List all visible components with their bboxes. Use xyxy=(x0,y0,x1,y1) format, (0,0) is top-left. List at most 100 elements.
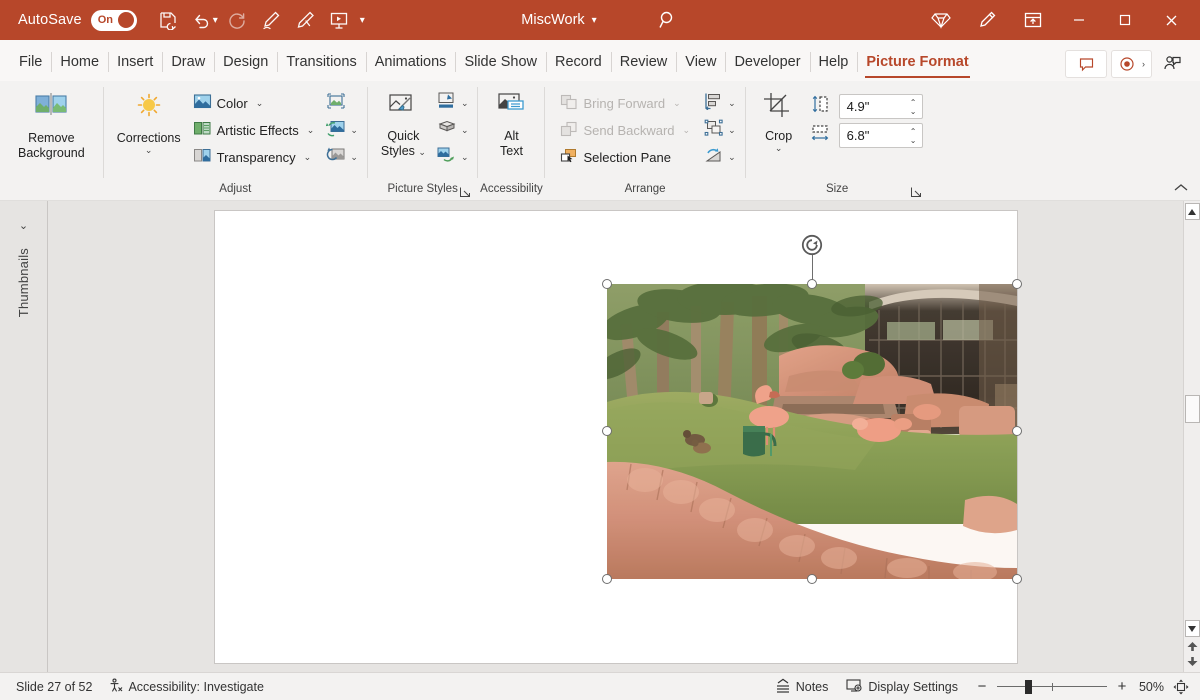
picture-border-chevron-down-icon[interactable]: ⌄ xyxy=(461,98,469,109)
crop-chevron-down-icon[interactable]: ⌄ xyxy=(775,144,783,153)
picture-layout-chevron-down-icon[interactable]: ⌄ xyxy=(461,152,469,163)
handle-bottom-left[interactable] xyxy=(602,574,612,584)
thumbnails-expand-chevron-icon[interactable]: ⌄ xyxy=(19,219,28,232)
start-presentation-icon[interactable] xyxy=(322,4,356,36)
tab-help[interactable]: Help xyxy=(810,43,858,81)
comments-icon[interactable] xyxy=(1065,50,1107,78)
display-settings-button[interactable]: Display Settings xyxy=(838,676,966,698)
quick-styles-chevron-down-icon[interactable]: ⌄ xyxy=(418,147,426,157)
remove-background-button[interactable]: Remove Background xyxy=(6,88,97,163)
handle-top-center[interactable] xyxy=(807,279,817,289)
shape-height-decrease-icon[interactable]: ⌄ xyxy=(910,107,917,116)
rotate-objects-button[interactable]: ⌄ xyxy=(701,144,739,170)
autosave-toggle[interactable]: On xyxy=(91,10,137,31)
next-slide-button[interactable] xyxy=(1185,654,1200,669)
shape-height-input[interactable]: 4.9" ⌃ ⌄ xyxy=(839,94,923,119)
tab-transitions[interactable]: Transitions xyxy=(277,43,365,81)
zoom-in-button[interactable]: + xyxy=(1116,681,1128,693)
handle-middle-left[interactable] xyxy=(602,426,612,436)
rotate-objects-chevron-down-icon[interactable]: ⌄ xyxy=(728,152,736,163)
premium-diamond-icon[interactable] xyxy=(918,0,964,40)
customize-quick-access-toolbar-icon[interactable]: ▾ xyxy=(360,15,365,26)
thumbnails-pane-collapsed[interactable]: ⌄ Thumbnails xyxy=(0,201,48,672)
picture-effects-button[interactable]: ⌄ xyxy=(433,117,472,143)
picture-effects-chevron-down-icon[interactable]: ⌄ xyxy=(461,125,469,136)
ink-highlighter-icon[interactable] xyxy=(288,4,322,36)
tab-insert[interactable]: Insert xyxy=(108,43,162,81)
send-backward-button[interactable]: Send Backward ⌄ xyxy=(555,117,695,143)
shape-width-input[interactable]: 6.8" ⌃ ⌄ xyxy=(839,123,923,148)
shape-height-stepper[interactable]: ⌃ ⌄ xyxy=(905,95,922,118)
shape-width-increase-icon[interactable]: ⌃ xyxy=(910,127,917,136)
handle-bottom-center[interactable] xyxy=(807,574,817,584)
corrections-button[interactable]: Corrections ⌄ xyxy=(110,88,188,157)
artistic-effects-chevron-down-icon[interactable]: ⌄ xyxy=(307,125,315,136)
scrollbar-thumb[interactable] xyxy=(1185,395,1200,423)
slide-canvas-area[interactable] xyxy=(48,201,1183,672)
document-title[interactable]: MiscWork ▾ xyxy=(521,12,596,28)
change-picture-button[interactable]: ⌄ xyxy=(323,117,361,143)
shape-width-stepper[interactable]: ⌃ ⌄ xyxy=(905,124,922,147)
slide-surface[interactable] xyxy=(215,211,1017,663)
group-objects-chevron-down-icon[interactable]: ⌄ xyxy=(728,125,736,136)
maximize-button[interactable] xyxy=(1102,0,1148,40)
quick-styles-button[interactable]: Quick Styles ⌄ xyxy=(374,88,433,161)
shape-height-increase-icon[interactable]: ⌃ xyxy=(910,98,917,107)
handle-top-right[interactable] xyxy=(1012,279,1022,289)
ribbon-display-options-icon[interactable] xyxy=(1010,0,1056,40)
shape-width-decrease-icon[interactable]: ⌄ xyxy=(910,136,917,145)
share-person-icon[interactable] xyxy=(1156,50,1190,78)
zoom-slider-knob[interactable] xyxy=(1025,680,1032,694)
ink-pen-icon[interactable] xyxy=(254,4,288,36)
flamingo-garden-photo[interactable] xyxy=(607,284,1017,579)
tab-design[interactable]: Design xyxy=(214,43,277,81)
notes-button[interactable]: Notes xyxy=(767,676,837,698)
redo-icon[interactable] xyxy=(220,4,254,36)
bring-forward-chevron-down-icon[interactable]: ⌄ xyxy=(673,98,681,109)
search-icon[interactable] xyxy=(657,9,679,31)
zoom-out-button[interactable]: − xyxy=(976,681,988,693)
handle-bottom-right[interactable] xyxy=(1012,574,1022,584)
tab-record[interactable]: Record xyxy=(546,43,611,81)
tab-file[interactable]: File xyxy=(10,43,51,81)
close-button[interactable] xyxy=(1148,0,1194,40)
record-chevron-icon[interactable]: › xyxy=(1142,59,1151,69)
tab-slide-show[interactable]: Slide Show xyxy=(455,43,546,81)
handle-top-left[interactable] xyxy=(602,279,612,289)
vertical-scrollbar[interactable] xyxy=(1183,201,1200,672)
align-objects-button[interactable]: ⌄ xyxy=(701,90,739,116)
color-chevron-down-icon[interactable]: ⌄ xyxy=(256,98,264,109)
group-objects-button[interactable]: ⌄ xyxy=(701,117,739,143)
selected-picture-container[interactable] xyxy=(607,284,1017,579)
tab-review[interactable]: Review xyxy=(611,43,677,81)
undo-icon[interactable] xyxy=(185,4,219,36)
transparency-button[interactable]: Transparency ⌄ xyxy=(188,144,320,170)
reset-picture-chevron-down-icon[interactable]: ⌄ xyxy=(350,152,358,163)
reset-picture-button[interactable]: ⌄ xyxy=(323,144,361,170)
tab-developer[interactable]: Developer xyxy=(725,43,809,81)
color-button[interactable]: Color ⌄ xyxy=(188,90,320,116)
tab-home[interactable]: Home xyxy=(51,43,108,81)
picture-styles-dialog-launcher[interactable] xyxy=(457,184,472,199)
scroll-up-button[interactable] xyxy=(1185,203,1200,220)
picture-layout-button[interactable]: ⌄ xyxy=(433,144,472,170)
alt-text-button[interactable]: Alt Text xyxy=(484,88,538,161)
fit-slide-to-window-icon[interactable] xyxy=(1170,676,1192,698)
change-picture-chevron-down-icon[interactable]: ⌄ xyxy=(350,125,358,136)
document-title-chevron-down-icon[interactable]: ▾ xyxy=(592,15,597,26)
previous-slide-button[interactable] xyxy=(1185,639,1200,654)
send-backward-chevron-down-icon[interactable]: ⌄ xyxy=(683,125,691,136)
scroll-down-button[interactable] xyxy=(1185,620,1200,637)
corrections-chevron-down-icon[interactable]: ⌄ xyxy=(145,146,153,155)
picture-border-button[interactable]: ⌄ xyxy=(433,90,472,116)
minimize-button[interactable] xyxy=(1056,0,1102,40)
tab-view[interactable]: View xyxy=(676,43,725,81)
bring-forward-button[interactable]: Bring Forward ⌄ xyxy=(555,90,695,116)
zoom-slider[interactable] xyxy=(997,680,1107,694)
accessibility-status[interactable]: Accessibility: Investigate xyxy=(100,676,271,698)
save-icon[interactable] xyxy=(151,4,185,36)
handle-middle-right[interactable] xyxy=(1012,426,1022,436)
editing-pen-icon[interactable] xyxy=(964,0,1010,40)
zoom-level-label[interactable]: 50% xyxy=(1138,680,1168,694)
align-objects-chevron-down-icon[interactable]: ⌄ xyxy=(728,98,736,109)
